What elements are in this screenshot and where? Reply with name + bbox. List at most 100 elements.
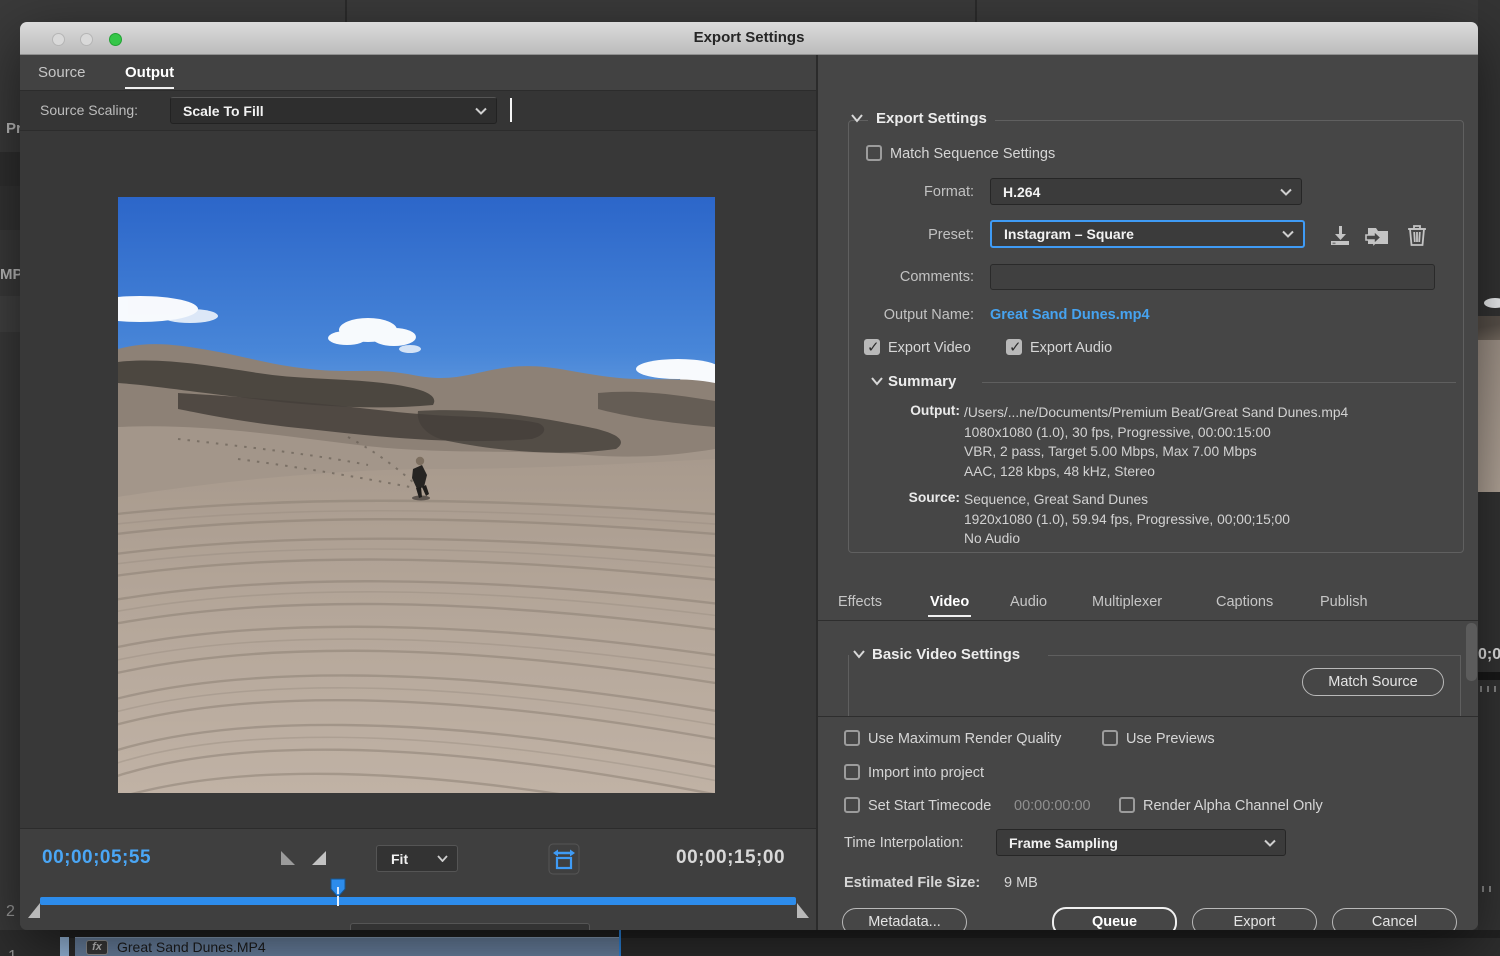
- preview-pane: Source Output Source Scaling: Scale To F…: [20, 55, 816, 930]
- chevron-down-icon: [1264, 839, 1276, 847]
- import-into-project-checkbox[interactable]: [844, 764, 860, 780]
- summary-source-lines: Sequence, Great Sand Dunes 1920x1080 (1.…: [964, 490, 1456, 549]
- estimated-size-label: Estimated File Size:: [844, 875, 980, 891]
- estimated-size-value: 9 MB: [1004, 875, 1038, 891]
- bg-clip-edge: [60, 937, 69, 956]
- summary-rule: [982, 382, 1456, 383]
- tab-source[interactable]: Source: [38, 64, 86, 81]
- use-max-render-label[interactable]: Use Maximum Render Quality: [868, 731, 1061, 747]
- time-interpolation-select[interactable]: Frame Sampling: [996, 829, 1286, 856]
- chevron-down-icon: [475, 107, 487, 115]
- source-scaling-label: Source Scaling:: [40, 102, 138, 118]
- format-select[interactable]: H.264: [990, 178, 1302, 205]
- summary-line: AAC, 128 kbps, 48 kHz, Stereo: [964, 462, 1456, 482]
- bg-monitor-bar: [1478, 672, 1500, 680]
- bg-monitor-dune: [1478, 316, 1500, 342]
- comments-label: Comments:: [874, 269, 974, 285]
- preset-value: Instagram – Square: [1004, 226, 1134, 242]
- time-interpolation-label: Time Interpolation:: [844, 835, 964, 851]
- tab-multiplexer[interactable]: Multiplexer: [1092, 594, 1162, 610]
- use-max-render-checkbox[interactable]: [844, 730, 860, 746]
- current-timecode[interactable]: 00;00;05;55: [42, 847, 151, 869]
- chevron-down-icon: [437, 855, 448, 862]
- render-alpha-label[interactable]: Render Alpha Channel Only: [1143, 798, 1323, 814]
- export-button[interactable]: Export: [1192, 908, 1317, 930]
- bg-monitor-sky: [1478, 228, 1500, 323]
- bg-track1-label: 1: [8, 948, 17, 956]
- render-alpha-checkbox[interactable]: [1119, 797, 1135, 813]
- bg-clip-name: Great Sand Dunes.MP4: [117, 939, 266, 955]
- source-scaling-select[interactable]: Scale To Fill: [170, 97, 497, 124]
- start-timecode-value[interactable]: 00:00:00:00: [1014, 798, 1091, 814]
- range-start-handle[interactable]: [27, 902, 41, 919]
- use-previews-checkbox[interactable]: [1102, 730, 1118, 746]
- tab-video[interactable]: Video: [930, 594, 969, 610]
- set-in-point-icon[interactable]: [278, 849, 297, 866]
- source-scaling-value: Scale To Fill: [183, 103, 264, 119]
- source-range-select[interactable]: Sequence In/Out: [350, 923, 590, 930]
- scrub-bar[interactable]: [40, 897, 796, 905]
- bg-project-panel: Pr MP: [0, 0, 20, 956]
- time-interpolation-value: Frame Sampling: [1009, 835, 1118, 851]
- bg-row: [0, 152, 20, 186]
- bg-track2-label: 2: [6, 903, 15, 921]
- export-audio-checkbox[interactable]: [1006, 339, 1022, 355]
- summary-line: /Users/...ne/Documents/Premium Beat/Grea…: [964, 403, 1456, 423]
- collapse-summary-icon[interactable]: [870, 376, 884, 386]
- video-preview-frame[interactable]: [118, 197, 715, 793]
- source-range-value: Sequence In/Out: [363, 929, 473, 931]
- export-video-checkbox[interactable]: [864, 339, 880, 355]
- tab-publish[interactable]: Publish: [1320, 594, 1368, 610]
- zoom-level-value: Fit: [391, 851, 408, 867]
- zoom-level-select[interactable]: Fit: [376, 845, 458, 872]
- transport-bar: 00;00;05;55 Fit: [20, 828, 816, 930]
- summary-title: Summary: [888, 373, 956, 390]
- chevron-down-icon: [1282, 230, 1294, 238]
- use-previews-label[interactable]: Use Previews: [1126, 731, 1215, 747]
- export-audio-label[interactable]: Export Audio: [1030, 340, 1112, 356]
- collapse-basic-video-icon[interactable]: [852, 649, 866, 659]
- summary-line: No Audio: [964, 529, 1456, 549]
- import-preset-icon[interactable]: [1365, 223, 1391, 247]
- tab-captions[interactable]: Captions: [1216, 594, 1273, 610]
- format-value: H.264: [1003, 184, 1040, 200]
- summary-line: 1920x1080 (1.0), 59.94 fps, Progressive,…: [964, 510, 1456, 530]
- cancel-button[interactable]: Cancel: [1332, 908, 1457, 930]
- scrollbar[interactable]: [1466, 623, 1477, 681]
- match-sequence-checkbox[interactable]: [866, 145, 882, 161]
- bg-panel-divider: [975, 0, 977, 22]
- duration-timecode: 00;00;15;00: [676, 847, 785, 869]
- queue-button[interactable]: Queue: [1052, 907, 1177, 930]
- match-source-button[interactable]: Match Source: [1302, 668, 1444, 696]
- basic-video-settings-title: Basic Video Settings: [872, 646, 1020, 663]
- source-range-label: Source Range:: [224, 929, 321, 930]
- save-preset-icon[interactable]: [1328, 223, 1352, 247]
- summary-line: Sequence, Great Sand Dunes: [964, 490, 1456, 510]
- preset-select[interactable]: Instagram – Square: [990, 220, 1305, 248]
- tab-output[interactable]: Output: [125, 64, 174, 81]
- delete-preset-icon[interactable]: [1406, 222, 1428, 248]
- bg-timeline-clip: fx Great Sand Dunes.MP4: [75, 937, 620, 956]
- range-end-handle[interactable]: [796, 902, 810, 919]
- playhead-marker[interactable]: [330, 878, 346, 898]
- bg-partial-timecode: 0;0: [1478, 646, 1500, 664]
- set-start-timecode-label[interactable]: Set Start Timecode: [868, 798, 991, 814]
- output-name-link[interactable]: Great Sand Dunes.mp4: [990, 307, 1150, 323]
- tab-effects[interactable]: Effects: [838, 594, 882, 610]
- metadata-button[interactable]: Metadata...: [842, 908, 967, 930]
- bg-ruler-ticks: [1482, 886, 1491, 892]
- set-out-point-icon[interactable]: [310, 849, 329, 866]
- bg-panel-divider: [345, 0, 347, 22]
- tab-audio[interactable]: Audio: [1010, 594, 1047, 610]
- comments-input[interactable]: [990, 264, 1435, 290]
- export-settings-dialog: Export Settings Source Output Source Sca…: [20, 22, 1478, 930]
- settings-pane: Export Settings Match Sequence Settings …: [816, 55, 1478, 930]
- collapse-export-settings-icon[interactable]: [850, 113, 864, 123]
- dialog-titlebar[interactable]: Export Settings: [20, 22, 1478, 55]
- export-video-label[interactable]: Export Video: [888, 340, 971, 356]
- crop-icon[interactable]: [548, 843, 580, 875]
- bg-row: [0, 186, 20, 230]
- import-into-project-label[interactable]: Import into project: [868, 765, 984, 781]
- match-sequence-label[interactable]: Match Sequence Settings: [890, 146, 1055, 162]
- set-start-timecode-checkbox[interactable]: [844, 797, 860, 813]
